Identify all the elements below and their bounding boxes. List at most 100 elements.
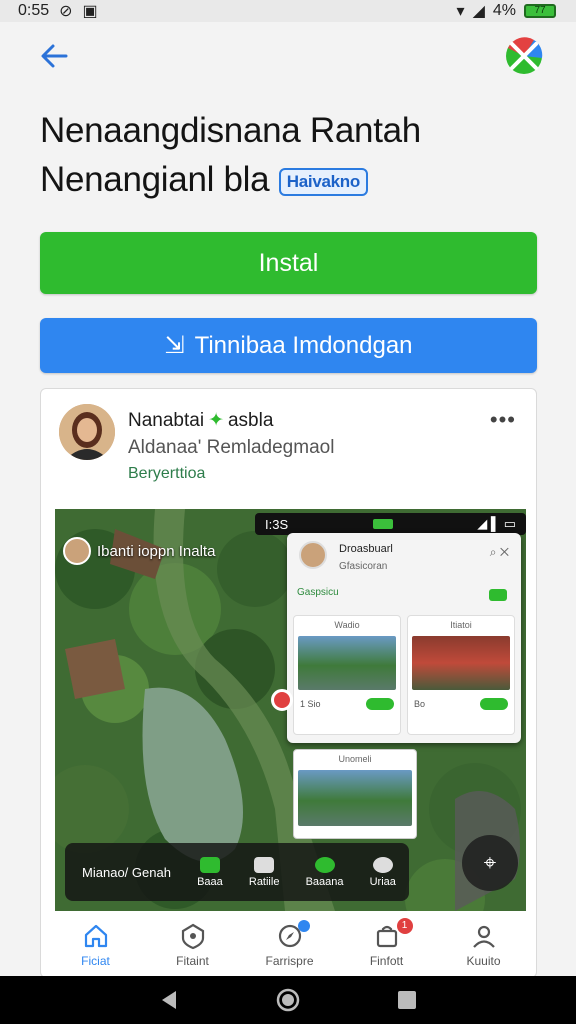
nav-recents-icon[interactable] — [394, 987, 420, 1013]
tile-a-row: 1 Sio — [294, 690, 400, 710]
nav-item-bag-label: Finfott — [369, 954, 404, 968]
nav-item-profile-label: Kuuito — [466, 954, 501, 968]
toolbar-item-3[interactable]: Baaana — [305, 856, 344, 888]
record-dot-icon[interactable] — [271, 689, 293, 711]
toolbar-item-1[interactable]: Baaa — [197, 856, 223, 888]
secondary-tile-image — [298, 770, 412, 826]
screenshot-toolbar: Mianao/ Genah Baaa Ratiile Baaana Uriaa — [65, 843, 409, 901]
toolbar-item-4-label: Uriaa — [369, 875, 396, 888]
mini-green-indicator — [372, 519, 393, 529]
tile-a-image — [298, 636, 396, 690]
signal-icon: ◢ — [472, 3, 485, 20]
popup-green-text: Gaspsicu — [297, 587, 339, 598]
toolbar-item-3-label: Baaana — [305, 875, 344, 888]
nav-back-icon[interactable] — [156, 987, 182, 1013]
popup-avatar — [299, 541, 327, 569]
tile-b-row: Bo — [408, 690, 514, 710]
battery-percent: 4% — [492, 2, 516, 19]
secondary-tile[interactable]: Unomeli — [293, 749, 417, 839]
popup-name: Droasbuarl — [339, 543, 393, 555]
popup-panel: Droasbuarl Gfasicoran Gaspsicu ⌕ ✕ Wadio… — [287, 533, 521, 743]
toolbar-item-4-icon — [372, 856, 393, 873]
android-nav-bar — [0, 976, 576, 1024]
toolbar-item-2-label: Ratiile — [248, 875, 280, 888]
toolbar-item-2-icon — [254, 856, 275, 873]
mini-status-icons: ◢ ▌ ▭ — [477, 516, 516, 531]
app-title-line1: Nenaangdisnana Rantah — [40, 111, 421, 150]
card-name-row: Nanabtai ✦ asbla — [128, 409, 273, 432]
tile-b-image — [412, 636, 510, 690]
install-button-label: Instal — [258, 248, 319, 277]
pin-button[interactable]: ⌖ — [462, 835, 518, 891]
popup-tag — [489, 589, 507, 601]
card-name-suffix: asbla — [227, 409, 274, 431]
notification-icon: ⊘ — [59, 3, 73, 20]
pin-icon: ⌖ — [483, 850, 497, 875]
overlay-label: Ibanti ioppn Inalta — [63, 537, 215, 565]
wifi-icon: ▾ — [456, 3, 465, 20]
tile-a-pill[interactable] — [366, 698, 394, 710]
nav-home-icon[interactable] — [275, 987, 301, 1013]
toolbar-item-3-icon — [314, 856, 335, 873]
card-tag[interactable]: Beryerttioa — [128, 465, 205, 483]
mini-status-bar: I:3S ◢ ▌ ▭ — [255, 513, 526, 535]
more-options-icon[interactable]: ••• — [490, 407, 516, 433]
shield-icon — [181, 923, 204, 950]
share-icon: ⇲ — [164, 332, 185, 359]
nav-item-home[interactable]: Ficiat — [56, 922, 136, 968]
share-button[interactable]: ⇲ Tinnibaa Imdondgan — [40, 318, 537, 373]
compass-dot — [297, 920, 310, 932]
toolbar-first-label: Mianao/ Genah — [82, 864, 171, 880]
bag-badge: 1 — [396, 918, 413, 934]
popup-header: Droasbuarl Gfasicoran Gaspsicu ⌕ ✕ — [295, 539, 513, 609]
popup-sub: Gfasicoran — [339, 561, 388, 572]
app-title-line2: Nenangianl bla — [40, 160, 270, 199]
home-icon — [84, 924, 107, 948]
toolbar-item-4[interactable]: Uriaa — [369, 856, 396, 888]
popup-tile-a[interactable]: Wadio 1 Sio — [293, 615, 401, 735]
app-title-line2-row: Nenangianl bla Haivakno — [40, 155, 540, 204]
status-left: 0:55 ⊘ ▣ — [18, 1, 98, 21]
nav-item-compass[interactable]: Farrispre — [250, 920, 330, 968]
mini-avatar — [63, 537, 91, 565]
avatar-image — [59, 404, 115, 460]
share-button-label: Tinnibaa Imdondgan — [194, 331, 413, 359]
preview-card: Nanabtai ✦ asbla Aldanaa' Remladegmaol B… — [40, 388, 537, 978]
avatar[interactable] — [59, 404, 115, 460]
toolbar-item-2[interactable]: Ratiile — [248, 856, 280, 888]
app-screen: 0:55 ⊘ ▣ ▾ ◢ 4% 77 Nenaangdisnana Rantah… — [0, 0, 576, 1024]
mini-status-time: I:3S — [265, 516, 289, 532]
nav-item-shield[interactable]: Fitaint — [153, 922, 233, 968]
back-arrow-icon[interactable] — [36, 38, 72, 74]
overlay-label-text: Ibanti ioppn Inalta — [97, 542, 216, 560]
popup-close-icon[interactable]: ⌕ ✕ — [490, 545, 509, 560]
battery-icon: 77 — [524, 4, 556, 18]
nav-item-home-label: Ficiat — [81, 954, 110, 968]
nav-item-compass-label: Farrispre — [265, 954, 314, 968]
card-name: Nanabtai — [128, 409, 205, 431]
status-time: 0:55 — [18, 2, 50, 19]
tile-b-caption: Itiatoi — [450, 620, 472, 630]
tile-a-caption: Wadio — [334, 620, 360, 630]
tile-b-count: Bo — [414, 699, 426, 709]
sd-icon: ▣ — [82, 3, 98, 20]
nav-item-profile[interactable]: Kuuito — [444, 922, 524, 968]
app-logo-icon[interactable] — [504, 36, 544, 76]
verified-leaf-icon: ✦ — [208, 410, 224, 431]
tile-b-pill[interactable] — [480, 698, 508, 710]
status-bar: 0:55 ⊘ ▣ ▾ ◢ 4% 77 — [0, 0, 576, 22]
app-title: Nenaangdisnana Rantah Nenangianl bla Hai… — [40, 106, 540, 204]
app-screenshot[interactable]: Ibanti ioppn Inalta I:3S ◢ ▌ ▭ Droasbuar… — [55, 509, 526, 911]
install-button[interactable]: Instal — [40, 232, 537, 294]
card-subtitle: Aldanaa' Remladegmaol — [128, 437, 335, 458]
popup-tile-b[interactable]: Itiatoi Bo — [407, 615, 515, 735]
profile-icon — [472, 925, 495, 948]
nav-item-shield-label: Fitaint — [176, 954, 209, 968]
nav-item-bag[interactable]: 1 Finfott — [347, 918, 427, 968]
app-bar — [0, 22, 576, 92]
toolbar-item-1-icon — [199, 856, 220, 873]
bottom-nav: Ficiat Fitaint Farrispre 1 Finfott Kuuit… — [41, 911, 536, 977]
toolbar-item-1-label: Baaa — [197, 875, 223, 888]
secondary-tile-caption: Unomeli — [338, 754, 372, 764]
title-badge: Haivakno — [278, 168, 368, 196]
